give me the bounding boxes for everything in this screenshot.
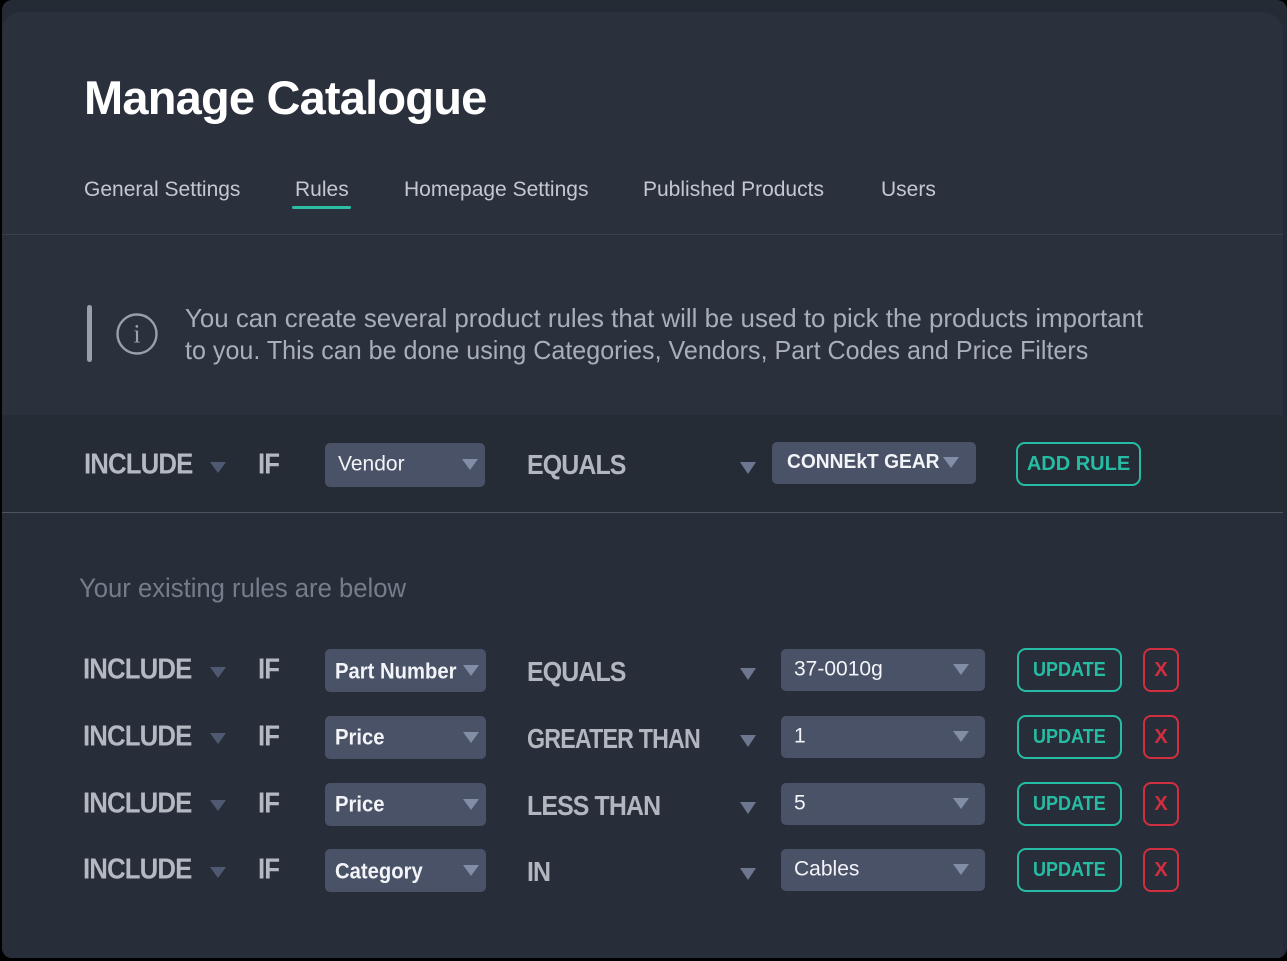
- svg-text:i: i: [133, 319, 140, 348]
